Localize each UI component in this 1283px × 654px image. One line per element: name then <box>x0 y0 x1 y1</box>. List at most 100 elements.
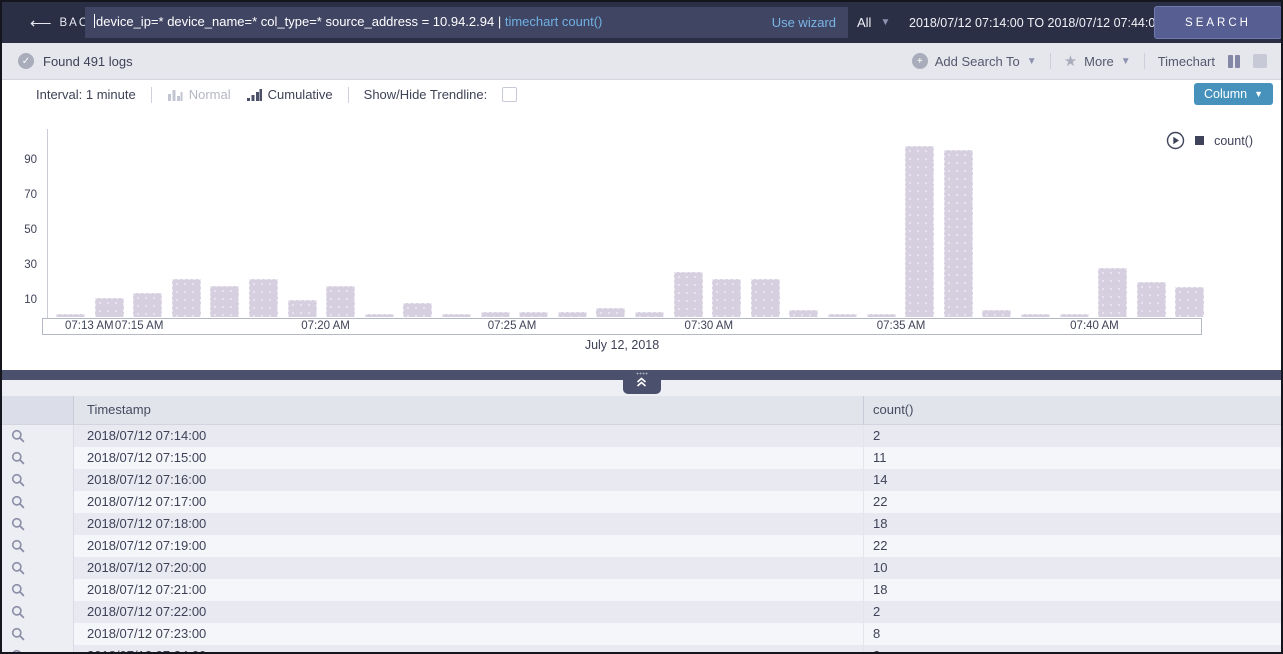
column-header-timestamp[interactable]: Timestamp <box>74 396 864 424</box>
double-chevron-up-icon <box>635 376 648 388</box>
table-body: 2018/07/12 07:14:0022018/07/12 07:15:001… <box>2 425 1281 654</box>
bar[interactable] <box>674 272 703 317</box>
bar[interactable] <box>172 279 201 317</box>
y-axis: 1030507090 <box>2 129 42 317</box>
bar[interactable] <box>1060 314 1089 317</box>
row-drilldown-cell[interactable] <box>2 601 74 623</box>
magnifier-icon[interactable] <box>11 561 25 575</box>
grid-view-toggle-icon[interactable] <box>1253 54 1267 68</box>
count-cell: 8 <box>864 623 1281 645</box>
magnifier-icon[interactable] <box>11 605 25 619</box>
chart-view-toggle-icon[interactable] <box>1228 55 1240 68</box>
search-button[interactable]: SEARCH <box>1154 6 1282 39</box>
bar[interactable] <box>905 146 934 317</box>
row-drilldown-cell[interactable] <box>2 469 74 491</box>
bar[interactable] <box>95 298 124 317</box>
magnifier-icon[interactable] <box>11 627 25 641</box>
y-tick-label: 50 <box>24 223 37 237</box>
magnifier-icon[interactable] <box>11 451 25 465</box>
bar[interactable] <box>944 150 973 317</box>
bar[interactable] <box>133 293 162 317</box>
magnifier-icon[interactable] <box>11 473 25 487</box>
row-drilldown-cell[interactable] <box>2 535 74 557</box>
bar[interactable] <box>56 314 85 317</box>
bar[interactable] <box>982 310 1011 317</box>
ascending-bars-icon <box>246 88 262 102</box>
bar[interactable] <box>288 300 317 317</box>
table-row: 2018/07/12 07:18:0018 <box>2 513 1281 535</box>
y-tick-label: 70 <box>24 188 37 202</box>
bars <box>47 129 1204 317</box>
magnifier-icon[interactable] <box>11 517 25 531</box>
bar[interactable] <box>867 314 896 317</box>
bar[interactable] <box>249 279 278 317</box>
bar[interactable] <box>365 314 394 317</box>
row-drilldown-cell[interactable] <box>2 557 74 579</box>
table-row: 2018/07/12 07:17:0022 <box>2 491 1281 513</box>
magnifier-icon[interactable] <box>11 649 25 654</box>
row-drilldown-cell[interactable] <box>2 579 74 601</box>
x-tick-label: 07:40 AM <box>1070 319 1119 334</box>
bar[interactable] <box>442 314 471 317</box>
bar[interactable] <box>635 312 664 317</box>
more-menu[interactable]: ★ More ▼ <box>1064 52 1131 70</box>
divider <box>1144 53 1145 69</box>
bar-chart-icon <box>167 88 183 102</box>
bar[interactable] <box>558 312 587 317</box>
add-search-to-menu[interactable]: + Add Search To ▼ <box>912 53 1037 69</box>
use-wizard-link[interactable]: Use wizard <box>762 7 836 38</box>
bar[interactable] <box>596 308 625 317</box>
row-drilldown-cell[interactable] <box>2 645 74 654</box>
bar[interactable] <box>1175 287 1204 317</box>
bar[interactable] <box>789 310 818 317</box>
search-query-input[interactable]: device_ip=* device_name=* col_type=* sou… <box>85 7 848 38</box>
row-drilldown-cell[interactable] <box>2 623 74 645</box>
star-icon: ★ <box>1064 52 1077 70</box>
magnifier-icon[interactable] <box>11 495 25 509</box>
check-circle-icon: ✓ <box>18 53 34 69</box>
count-cell: 10 <box>864 557 1281 579</box>
table-row: 2018/07/12 07:15:0011 <box>2 447 1281 469</box>
x-axis-caption: July 12, 2018 <box>42 338 1202 352</box>
x-tick-label: 07:25 AM <box>488 319 537 334</box>
magnifier-icon[interactable] <box>11 429 25 443</box>
bar[interactable] <box>828 314 857 317</box>
repo-scope-dropdown[interactable]: All ▼ <box>857 2 890 43</box>
count-cell: 11 <box>864 447 1281 469</box>
bar[interactable] <box>403 303 432 317</box>
row-drilldown-cell[interactable] <box>2 425 74 447</box>
bar[interactable] <box>712 279 741 317</box>
row-drilldown-cell[interactable] <box>2 491 74 513</box>
magnifier-icon[interactable] <box>11 583 25 597</box>
query-command-text: timechart count() <box>505 14 603 29</box>
row-drilldown-cell[interactable] <box>2 447 74 469</box>
time-range-dropdown[interactable]: 2018/07/12 07:14:00 TO 2018/07/12 07:44:… <box>909 2 1184 43</box>
normal-mode-toggle[interactable]: Normal <box>167 87 231 102</box>
normal-label: Normal <box>189 87 231 102</box>
bar[interactable] <box>210 286 239 317</box>
collapse-chart-button[interactable] <box>623 370 661 394</box>
y-tick-label: 10 <box>24 293 37 307</box>
bar[interactable] <box>481 312 510 317</box>
view-mode-group: Timechart <box>1158 54 1215 69</box>
trendline-checkbox[interactable] <box>502 87 517 102</box>
x-tick-label: 07:15 AM <box>115 319 164 334</box>
row-drilldown-cell[interactable] <box>2 513 74 535</box>
chevron-down-icon: ▼ <box>880 17 890 28</box>
bar[interactable] <box>1098 268 1127 317</box>
column-header-count[interactable]: count() <box>864 396 1281 424</box>
bar[interactable] <box>519 312 548 317</box>
bar[interactable] <box>751 279 780 317</box>
found-logs-label: Found 491 logs <box>43 54 133 69</box>
chart-type-button[interactable]: Column ▼ <box>1194 83 1273 105</box>
legend-series-label: count() <box>1214 134 1253 148</box>
bar[interactable] <box>1021 314 1050 317</box>
cumulative-mode-toggle[interactable]: Cumulative <box>246 87 333 102</box>
table-header-gutter <box>2 396 74 424</box>
bar[interactable] <box>326 286 355 317</box>
y-tick-label: 30 <box>24 258 37 272</box>
x-tick-label: 07:35 AM <box>877 319 926 334</box>
bar[interactable] <box>1137 282 1166 317</box>
view-mode-label: Timechart <box>1158 54 1215 69</box>
magnifier-icon[interactable] <box>11 539 25 553</box>
